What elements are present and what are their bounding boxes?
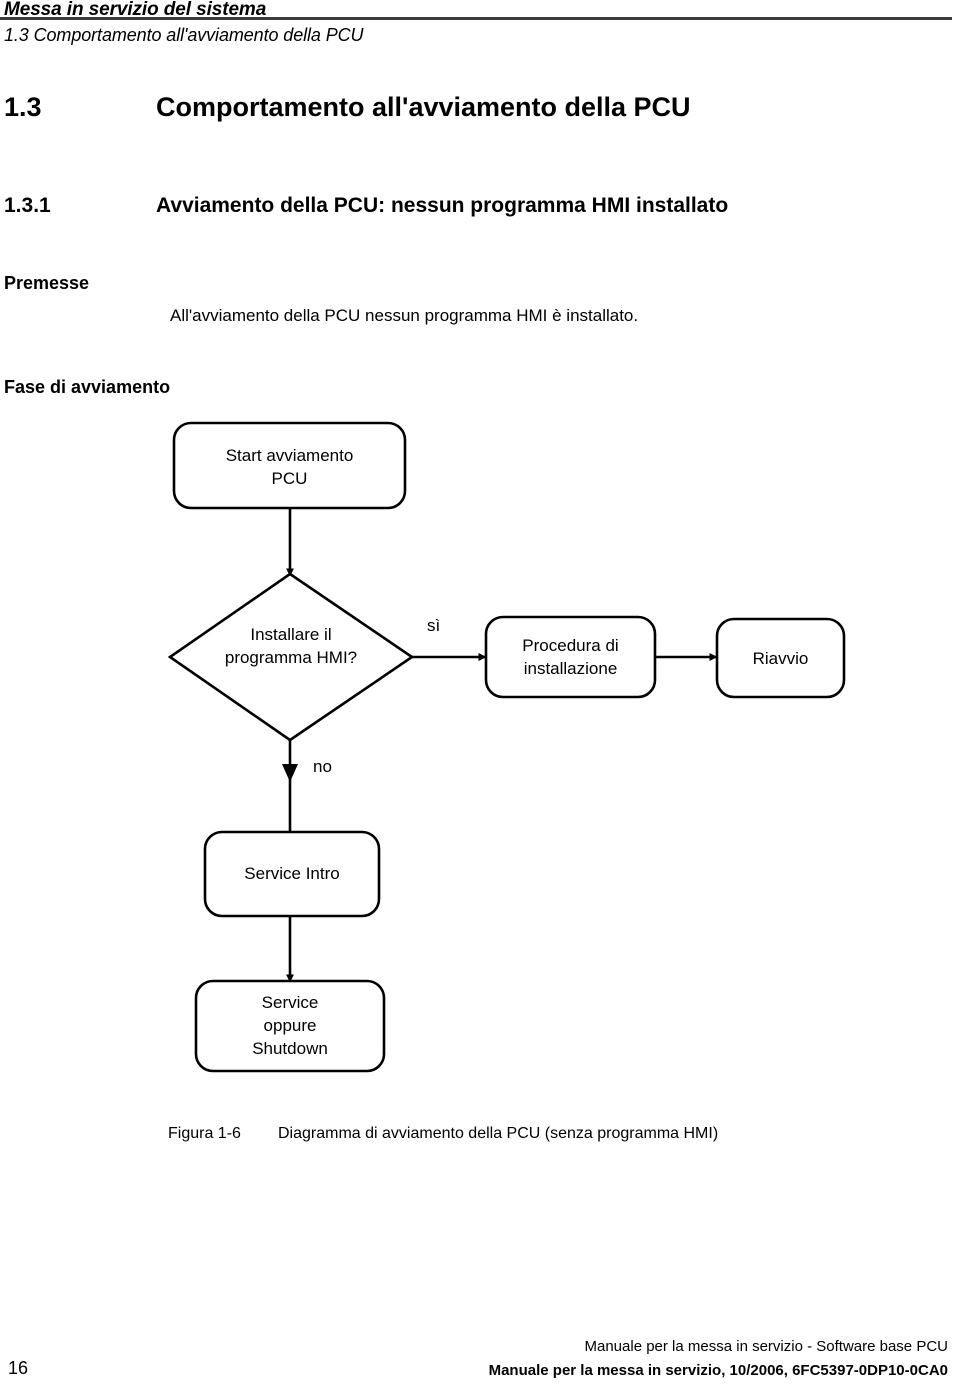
page-number: 16 <box>8 1358 29 1378</box>
footer-line-1: Manuale per la messa in servizio - Softw… <box>584 1338 949 1355</box>
flow-node-service-or-shutdown: Service oppure Shutdown <box>252 993 328 1058</box>
section-number: 1.3 <box>4 92 42 122</box>
subsection-number: 1.3.1 <box>4 194 51 217</box>
flow-edge-label-no: no <box>313 757 332 776</box>
section-heading-1-3: 1.3 Comportamento all'avviamento della PC… <box>4 92 904 123</box>
fase-di-avviamento-label: Fase di avviamento <box>4 377 171 397</box>
premesse-label: Premesse <box>4 273 90 293</box>
premesse-paragraph: All'avviamento della PCU nessun programm… <box>170 306 639 325</box>
flow-node-install-procedure: Procedura di installazione <box>522 636 619 678</box>
flow-node-start: Start avviamento PCU <box>225 446 354 488</box>
figure-number: Figura 1-6 <box>168 1125 241 1142</box>
flow-node-service-intro: Service Intro <box>244 864 340 883</box>
footer-line-2: Manuale per la messa in servizio, 10/200… <box>488 1362 948 1379</box>
footer-reference: Manuale per la messa in servizio - Softw… <box>489 1335 948 1383</box>
flow-edge-label-yes: sì <box>427 616 441 635</box>
section-heading-1-3-1: 1.3.1 Avviamento della PCU: nessun progra… <box>4 194 924 218</box>
subsection-title: Avviamento della PCU: nessun programma H… <box>156 194 729 217</box>
header-subtitle: 1.3 Comportamento all'avviamento della P… <box>4 25 364 45</box>
figure-caption: Figura 1-6 Diagramma di avviamento della … <box>168 1125 718 1143</box>
flow-node-restart: Riavvio <box>752 649 809 668</box>
figure-caption-text: Diagramma di avviamento della PCU (senza… <box>278 1125 719 1142</box>
header-divider <box>0 17 952 20</box>
section-title: Comportamento all'avviamento della PCU <box>156 92 691 122</box>
flow-node-decision: Installare il programma HMI? <box>224 625 358 667</box>
